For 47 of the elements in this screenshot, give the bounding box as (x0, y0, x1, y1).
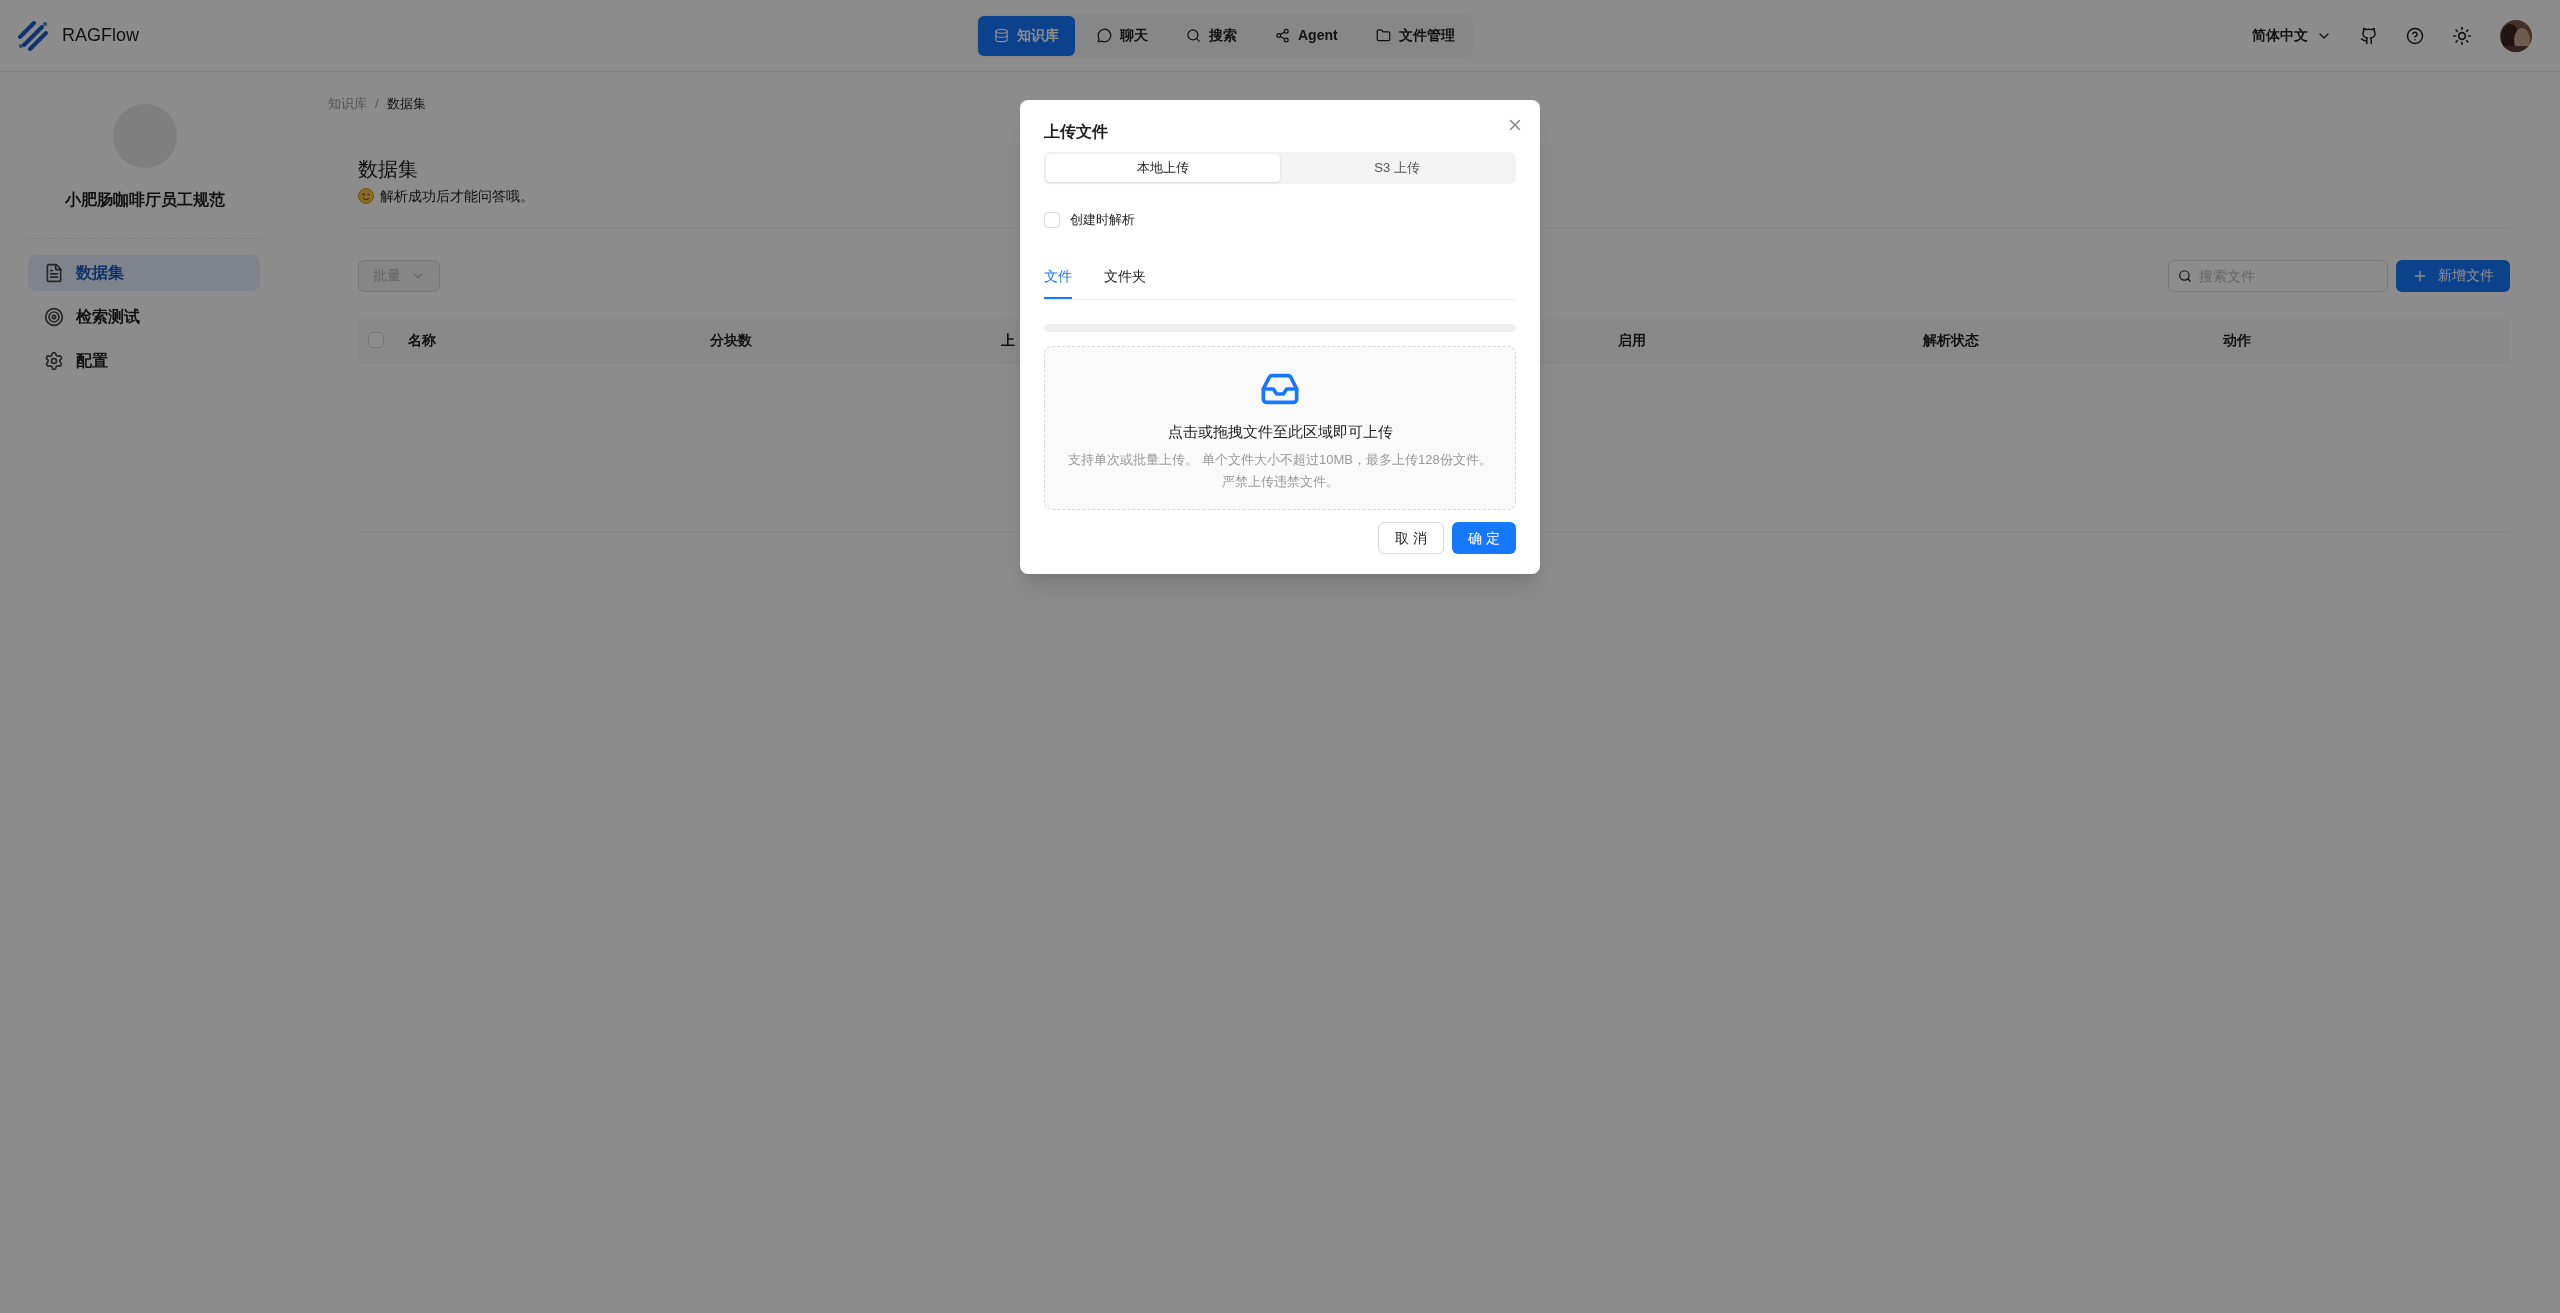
nav-tab[interactable]: 知识库 (978, 15, 1075, 56)
sidebar-item[interactable]: 数据集 (28, 255, 260, 291)
nav-tab[interactable]: 聊天 (1081, 15, 1164, 56)
target-icon (44, 307, 64, 327)
dropzone-hint: 支持单次或批量上传。 单个文件大小不超过10MB，最多上传128份文件。严禁上传违禁文件。 (1067, 451, 1493, 491)
column-header: 分块数 (710, 330, 753, 350)
search-icon (1186, 28, 1201, 43)
column-header: 启用 (1618, 330, 1647, 350)
page-title: 数据集 (358, 156, 418, 182)
column-header: 名称 (408, 330, 437, 350)
dropzone-title: 点击或拖拽文件至此区域即可上传 (1167, 421, 1393, 442)
column-header: 动作 (2223, 330, 2252, 350)
column-header: 解析状态 (1923, 330, 1980, 350)
nodes-icon (1275, 28, 1290, 43)
settings-icon (44, 351, 64, 371)
document-icon (44, 263, 64, 283)
brand-name: RAGFlow (62, 24, 139, 47)
sidebar-item[interactable]: 检索测试 (28, 299, 260, 335)
nav-tab[interactable]: Agent (1259, 15, 1354, 56)
segment-tab[interactable]: S3 上传 (1280, 154, 1514, 182)
github-icon[interactable] (2360, 26, 2378, 45)
dataset-name: 小肥肠咖啡厅员工规范 (65, 190, 225, 210)
wink-face-icon (358, 188, 374, 204)
cancel-button[interactable]: 取 消 (1378, 522, 1445, 554)
page-subtitle: 解析成功后才能问答哦。 (380, 186, 534, 206)
help-icon[interactable] (2406, 26, 2424, 45)
checkbox-label: 创建时解析 (1070, 211, 1135, 229)
language-dropdown[interactable]: 简体中文 (2252, 25, 2332, 46)
dropzone[interactable]: 点击或拖拽文件至此区域即可上传 支持单次或批量上传。 单个文件大小不超过10MB，最多上传128份文件。严禁上传违禁文件。 (1044, 345, 1516, 510)
add-file-button[interactable]: 新增文件 (2396, 259, 2510, 292)
sidebar-item[interactable]: 配置 (28, 343, 260, 379)
column-header: 上 (1001, 330, 1016, 350)
confirm-button[interactable]: 确 定 (1452, 522, 1516, 554)
parse-checkbox[interactable] (1044, 211, 1060, 228)
segment-tab[interactable]: 本地上传 (1046, 154, 1280, 182)
breadcrumb-separator: / (375, 95, 379, 113)
search-icon (2178, 268, 2192, 283)
nav-tab[interactable]: 搜索 (1170, 15, 1253, 56)
logo-icon (16, 18, 50, 53)
nav-tab[interactable]: 文件管理 (1359, 15, 1471, 56)
dialog-title: 上传文件 (1044, 122, 1109, 142)
tab[interactable]: 文件夹 (1104, 265, 1146, 299)
sun-icon[interactable] (2452, 25, 2472, 46)
folder-icon (1375, 28, 1391, 43)
database-icon (994, 28, 1009, 43)
tab[interactable]: 文件 (1044, 265, 1072, 299)
chat-icon (1097, 28, 1112, 43)
